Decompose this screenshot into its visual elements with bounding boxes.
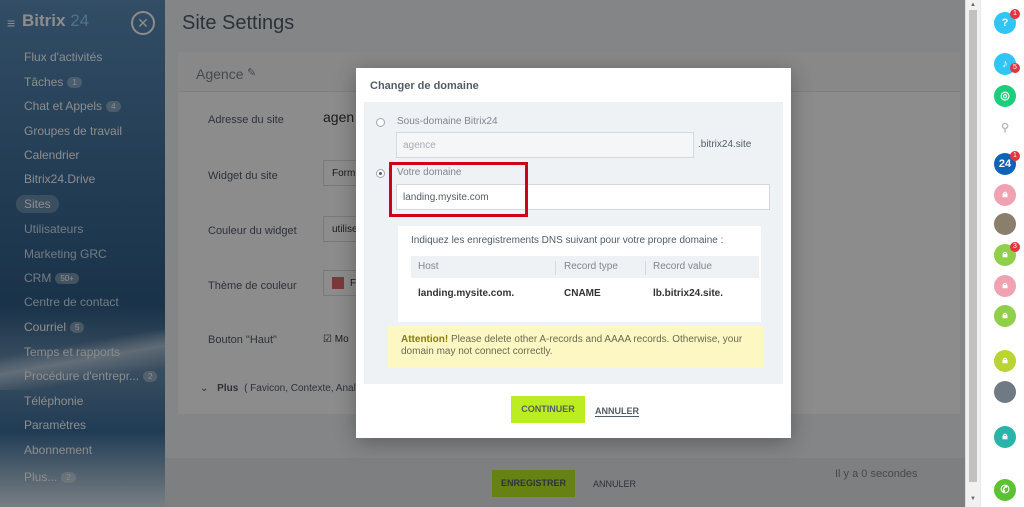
col-record-type: Record type [564,261,618,272]
subdomain-input[interactable]: agence [396,132,694,158]
phone-icon[interactable]: ✆ [994,479,1016,501]
dialog-cancel-link[interactable]: ANNULER [595,406,639,417]
dns-records-panel: Indiquez les enregistrements DNS suivant… [398,226,761,322]
col-host: Host [418,261,439,272]
col-record-value: Record value [653,261,712,272]
lock-icon[interactable]: 🔒︎ [994,426,1016,448]
change-domain-dialog: Changer de domaine Sous-domaine Bitrix24… [356,68,791,438]
radio-own-domain[interactable] [376,169,385,178]
phone-circle-icon[interactable]: ◎ [994,85,1016,107]
dns-table-header: Host Record type Record value [411,256,759,278]
red-highlight-box [389,162,528,217]
table-row: landing.mysite.com. CNAME lb.bitrix24.si… [418,288,724,299]
subdomain-suffix: .bitrix24.site [698,139,752,150]
notification-badge: 5 [1010,63,1020,73]
help-badge: 1 [1010,9,1020,19]
scroll-down-icon[interactable]: ▼ [970,496,976,502]
avatar[interactable] [994,213,1016,235]
lock-icon[interactable]: 🔒︎ [994,350,1016,372]
search-icon[interactable]: ⚲ [994,117,1016,139]
option-subdomain-label: Sous-domaine Bitrix24 [397,116,498,127]
lock-icon[interactable]: 🔒︎ [994,305,1016,327]
lock-icon[interactable]: 🔒︎ [994,184,1016,206]
dns-intro-text: Indiquez les enregistrements DNS suivant… [411,235,724,246]
avatar[interactable] [994,381,1016,403]
right-toolbar: ? 1 ♪ 5 ◎ ⚲ 24 1 🔒︎ 🔒︎ 3 🔒︎ 🔒︎ 🔒︎ 🔒︎ ✆ [980,0,1024,507]
continue-button[interactable]: CONTINUER [511,396,585,423]
page-scrollbar[interactable]: ▲ ▼ [965,0,980,507]
dialog-title: Changer de domaine [370,80,479,92]
radio-bitrix-subdomain[interactable] [376,118,385,127]
scroll-thumb[interactable] [969,10,977,482]
scroll-up-icon[interactable]: ▲ [970,2,976,8]
chat-badge: 1 [1010,151,1020,161]
attention-notice: Attention! Please delete other A-records… [388,326,763,368]
lock-badge: 3 [1010,242,1020,252]
dns-table: Host Record type Record value landing.my… [411,256,759,308]
lock-icon[interactable]: 🔒︎ [994,275,1016,297]
